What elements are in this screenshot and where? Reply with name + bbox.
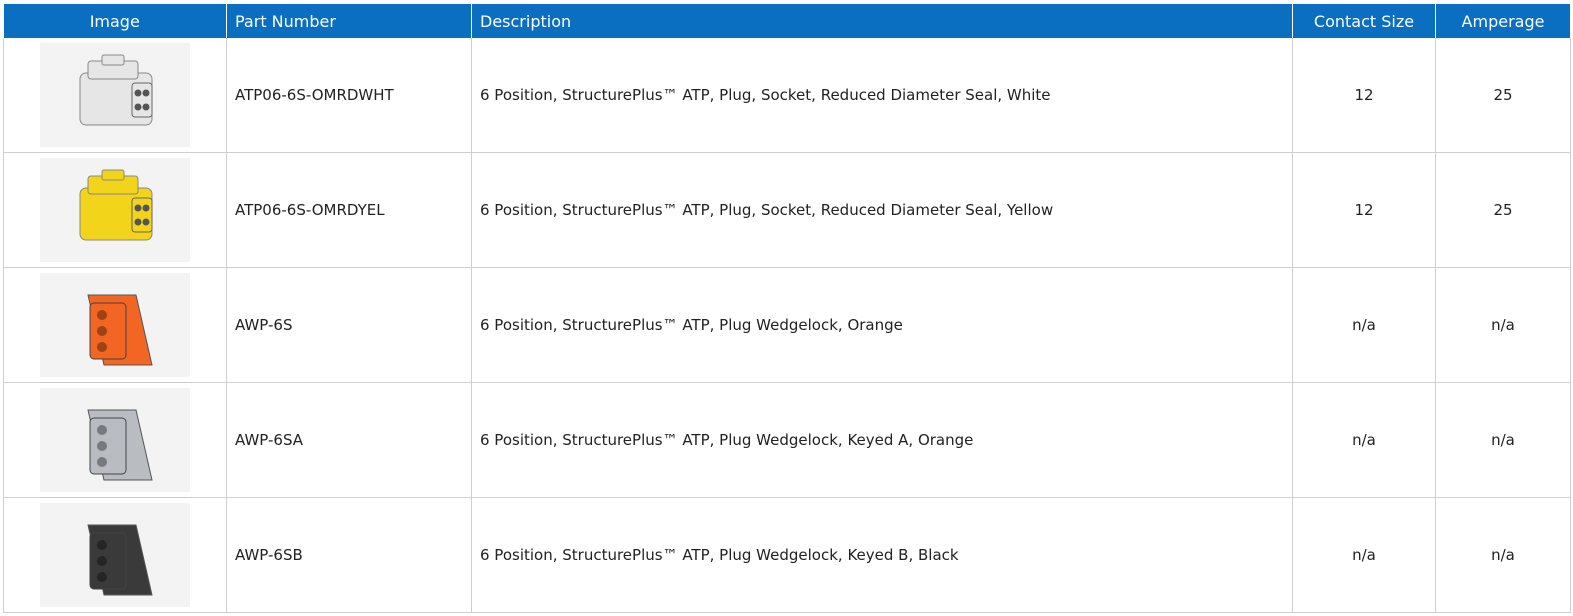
connector-plug-icon[interactable] xyxy=(40,158,190,262)
product-image-cell xyxy=(3,267,227,383)
description-cell: 6 Position, StructurePlus™ ATP, Plug Wed… xyxy=(471,497,1293,613)
amperage-cell: n/a xyxy=(1435,497,1571,613)
description-cell: 6 Position, StructurePlus™ ATP, Plug, So… xyxy=(471,152,1293,268)
table-row[interactable]: AWP-6SA 6 Position, StructurePlus™ ATP, P… xyxy=(3,382,1571,498)
wedgelock-icon[interactable] xyxy=(40,503,190,607)
column-header-contact-size[interactable]: Contact Size xyxy=(1292,4,1436,38)
connector-plug-icon[interactable] xyxy=(40,43,190,147)
description-cell: 6 Position, StructurePlus™ ATP, Plug Wed… xyxy=(471,382,1293,498)
amperage-cell: 25 xyxy=(1435,38,1571,153)
description-cell: 6 Position, StructurePlus™ ATP, Plug, So… xyxy=(471,38,1293,153)
part-number-cell[interactable]: ATP06-6S-OMRDWHT xyxy=(226,38,472,153)
wedgelock-icon[interactable] xyxy=(40,388,190,492)
column-header-amperage[interactable]: Amperage xyxy=(1435,4,1571,38)
wedgelock-icon[interactable] xyxy=(40,273,190,377)
contact-size-cell: n/a xyxy=(1292,497,1436,613)
amperage-cell: n/a xyxy=(1435,382,1571,498)
table-row[interactable]: ATP06-6S-OMRDYEL 6 Position, StructurePlu… xyxy=(3,152,1571,268)
contact-size-cell: 12 xyxy=(1292,38,1436,153)
contact-size-cell: n/a xyxy=(1292,267,1436,383)
table-row[interactable]: ATP06-6S-OMRDWHT 6 Position, StructurePlu… xyxy=(3,38,1571,153)
amperage-cell: 25 xyxy=(1435,152,1571,268)
column-header-part-number[interactable]: Part Number xyxy=(226,4,472,38)
part-number-cell[interactable]: AWP-6SA xyxy=(226,382,472,498)
part-number-cell[interactable]: ATP06-6S-OMRDYEL xyxy=(226,152,472,268)
part-number-cell[interactable]: AWP-6SB xyxy=(226,497,472,613)
column-header-description[interactable]: Description xyxy=(471,4,1293,38)
product-image-cell xyxy=(3,497,227,613)
product-image-cell xyxy=(3,38,227,153)
table-row[interactable]: AWP-6SB 6 Position, StructurePlus™ ATP, P… xyxy=(3,497,1571,613)
product-image-cell xyxy=(3,382,227,498)
contact-size-cell: 12 xyxy=(1292,152,1436,268)
table-header-row: Image Part Number Description Contact Si… xyxy=(3,4,1571,38)
table-row[interactable]: AWP-6S 6 Position, StructurePlus™ ATP, Pl… xyxy=(3,267,1571,383)
column-header-image[interactable]: Image xyxy=(3,4,227,38)
part-number-cell[interactable]: AWP-6S xyxy=(226,267,472,383)
product-image-cell xyxy=(3,152,227,268)
parts-table: Image Part Number Description Contact Si… xyxy=(3,4,1571,613)
amperage-cell: n/a xyxy=(1435,267,1571,383)
description-cell: 6 Position, StructurePlus™ ATP, Plug Wed… xyxy=(471,267,1293,383)
contact-size-cell: n/a xyxy=(1292,382,1436,498)
